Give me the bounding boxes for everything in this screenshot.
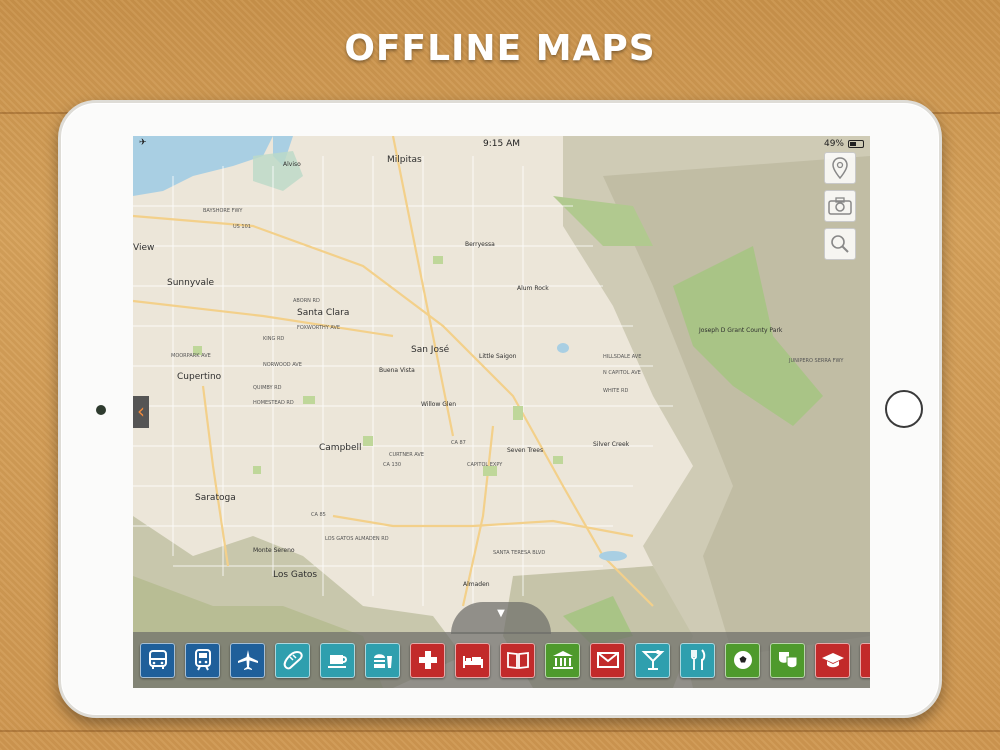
neighborhood-label: Joseph D Grant County Park (698, 327, 783, 334)
fork-knife-icon (690, 649, 705, 670)
city-label: Los Gatos (273, 570, 317, 580)
road-label: CA 85 (311, 512, 326, 518)
hospital-category[interactable] (410, 642, 445, 678)
bar-category[interactable] (635, 642, 670, 678)
road-label: JUNIPERO SERRA FWY (788, 358, 844, 364)
bus-category[interactable] (140, 642, 175, 678)
road-label: N CAPITOL AVE (603, 370, 641, 376)
airport-category[interactable] (230, 642, 265, 678)
restaurant-category[interactable] (680, 642, 715, 678)
chevron-left-icon: ‹ (137, 399, 145, 423)
battery-icon (848, 140, 864, 148)
neighborhood-label: Silver Creek (593, 441, 630, 448)
museum-category[interactable] (545, 642, 580, 678)
neighborhood-label: Buena Vista (379, 367, 415, 374)
neighborhood-label: Alum Rock (517, 285, 549, 292)
road-label: HOMESTEAD RD (253, 400, 294, 406)
city-label: Santa Clara (297, 308, 349, 318)
fast-food-icon (373, 654, 392, 668)
ipad-frame: Milpitas Sunnyvale Santa Clara San José … (58, 100, 942, 718)
sports-category[interactable] (725, 642, 760, 678)
map-screen[interactable]: Milpitas Sunnyvale Santa Clara San José … (133, 136, 870, 688)
neighborhood-label: Monte Sereno (253, 547, 295, 554)
road-label: KING RD (263, 336, 284, 342)
toolbar-pull-tab[interactable]: ▼ (451, 602, 551, 634)
medical-cross-icon (418, 651, 437, 669)
road-label: WHITE RD (603, 388, 628, 394)
search-button[interactable] (824, 228, 856, 260)
road-label: LOS GATOS ALMADEN RD (325, 536, 389, 542)
neighborhood-label: Seven Trees (507, 447, 543, 454)
circle-icon (866, 648, 871, 672)
wood-plank-seam (0, 730, 1000, 732)
airplane-icon (237, 650, 258, 670)
road-label: HILLSDALE AVE (603, 354, 641, 360)
coffee-cup-icon (327, 655, 347, 668)
bakery-category[interactable] (275, 642, 310, 678)
status-bar: ✈ 9:15 AM 49% (133, 136, 870, 152)
home-button[interactable] (885, 390, 923, 428)
post-office-category[interactable] (590, 642, 625, 678)
pin-button[interactable] (824, 152, 856, 184)
road-label: CA 130 (383, 462, 401, 468)
train-icon (194, 649, 211, 671)
museum-icon (552, 651, 573, 669)
cocktail-icon (641, 650, 664, 670)
fast-food-category[interactable] (365, 642, 400, 678)
neighborhood-label: Willow Glen (421, 401, 456, 408)
theatre-masks-icon (778, 652, 797, 669)
neighborhood-label: Little Saigon (479, 353, 517, 360)
book-icon (506, 651, 529, 670)
bus-icon (148, 650, 167, 669)
road-label: CA 87 (451, 440, 466, 446)
road-label: SANTA TERESA BLVD (493, 550, 545, 556)
battery-percent: 49% (823, 139, 844, 149)
city-label: Saratoga (195, 493, 236, 503)
soccer-ball-icon (733, 651, 752, 669)
city-label: Milpitas (387, 155, 422, 165)
education-category[interactable] (815, 642, 850, 678)
road-label: NORWOOD AVE (263, 362, 302, 368)
road-label: BAYSHORE FWY (203, 208, 243, 214)
city-label: Sunnyvale (167, 278, 214, 288)
graduation-cap-icon (821, 653, 844, 668)
road-label: FOXWORTHY AVE (297, 325, 340, 331)
library-category[interactable] (500, 642, 535, 678)
road-label: QUIMBY RD (253, 385, 282, 391)
status-time: 9:15 AM (483, 139, 520, 149)
neighborhood-label: Berryessa (465, 241, 495, 248)
page-headline: OFFLINE MAPS (344, 28, 656, 69)
front-camera (96, 405, 106, 415)
map-pin-icon (832, 157, 848, 179)
more-category[interactable] (860, 642, 871, 678)
road-label: ABORN RD (293, 298, 320, 304)
train-category[interactable] (185, 642, 220, 678)
theatre-category[interactable] (770, 642, 805, 678)
category-toolbar: ▼ (133, 602, 871, 688)
side-panel-toggle[interactable]: ‹ (133, 396, 149, 428)
neighborhood-label: Alviso (283, 161, 301, 168)
chevron-down-icon: ▼ (497, 608, 505, 619)
camera-icon (828, 197, 852, 215)
hotel-category[interactable] (455, 642, 490, 678)
envelope-icon (596, 652, 619, 668)
city-label: View (133, 243, 154, 253)
road-label: CAPITOL EXPY (467, 462, 503, 468)
cafe-category[interactable] (320, 642, 355, 678)
road-label: US 101 (233, 224, 251, 230)
road-label: MOORPARK AVE (171, 353, 211, 359)
neighborhood-label: Almaden (463, 581, 490, 588)
road-label: CURTNER AVE (389, 452, 424, 458)
magnifier-icon (831, 235, 849, 253)
city-label: Cupertino (177, 372, 222, 382)
bed-icon (462, 656, 483, 668)
city-label: Campbell (319, 443, 362, 453)
camera-button[interactable] (824, 190, 856, 222)
city-label: San José (411, 344, 450, 355)
bread-icon (283, 650, 303, 670)
